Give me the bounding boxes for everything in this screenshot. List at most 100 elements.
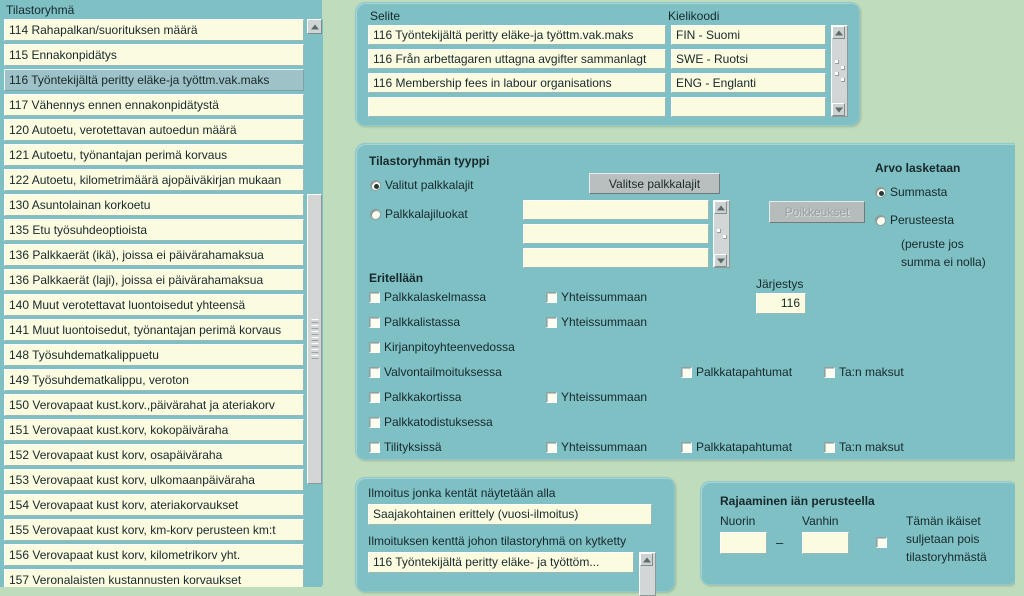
- radio-palkkalajiluokat[interactable]: Palkkalajiluokat: [370, 207, 468, 221]
- breakdown-checkbox[interactable]: Palkkatapahtumat: [681, 365, 792, 379]
- list-item[interactable]: 135 Etu työsuhdeoptioista: [4, 219, 304, 241]
- report-field-scrollbar[interactable]: [639, 552, 656, 596]
- checkbox-box-icon: [681, 442, 692, 453]
- breakdown-checkbox[interactable]: Kirjanpitoyhteenvedossa: [369, 340, 515, 354]
- exclude-age-checkbox[interactable]: [876, 535, 887, 548]
- pay-class-combo-1[interactable]: [523, 200, 709, 220]
- pay-class-scrollbar[interactable]: [713, 200, 730, 268]
- descriptions-scrollbar[interactable]: [831, 25, 848, 117]
- scroll-down-button[interactable]: [714, 254, 727, 267]
- breakdown-checkbox[interactable]: Yhteissummaan: [546, 315, 647, 329]
- scroll-up-button[interactable]: [714, 201, 727, 214]
- list-item[interactable]: 149 Työsuhdematkalippu, veroton: [4, 369, 304, 391]
- scroll-up-button[interactable]: [832, 26, 845, 39]
- scroll-up-button[interactable]: [640, 553, 653, 566]
- radio-summasta[interactable]: Summasta: [875, 185, 947, 199]
- kielikoodi-combo-3[interactable]: ENG - Englanti: [671, 73, 826, 93]
- breakdown-checkbox-label: Palkkatapahtumat: [696, 365, 793, 379]
- pay-class-combo-2[interactable]: [523, 224, 709, 244]
- list-item[interactable]: 130 Asuntolainan korkoetu: [4, 194, 304, 216]
- kielikoodi-combo-2[interactable]: SWE - Ruotsi: [671, 49, 826, 69]
- breakdown-checkbox[interactable]: Ta:n maksut: [824, 365, 904, 379]
- list-item[interactable]: 157 Veronalaisten kustannusten korvaukse…: [4, 569, 304, 587]
- list-item[interactable]: 151 Verovapaat kust.korv, kokopäiväraha: [4, 419, 304, 441]
- checkbox-box-icon: [546, 292, 557, 303]
- value-calc-note-line1: (peruste jos: [901, 237, 964, 251]
- list-item[interactable]: 122 Autoetu, kilometrimäärä ajopäiväkirj…: [4, 169, 304, 191]
- list-item[interactable]: 117 Vähennys ennen ennakonpidätystä: [4, 94, 304, 116]
- list-item[interactable]: 156 Verovapaat kust korv, kilometrikorv …: [4, 544, 304, 566]
- list-item[interactable]: 153 Verovapaat kust korv, ulkomaanpäivär…: [4, 469, 304, 491]
- breakdown-checkbox[interactable]: Palkkakortissa: [369, 390, 461, 404]
- breakdown-checkbox[interactable]: Tilityksissä: [369, 440, 442, 454]
- selite-field-2[interactable]: 116 Från arbettagaren uttagna avgifter s…: [368, 49, 666, 69]
- list-item[interactable]: 121 Autoetu, työnantajan perimä korvaus: [4, 144, 304, 166]
- value-calc-title: Arvo lasketaan: [875, 161, 961, 175]
- chevron-up-icon: [310, 24, 319, 29]
- list-item[interactable]: 115 Ennakonpidätys: [4, 44, 304, 66]
- checkbox-box-icon: [369, 367, 380, 378]
- radio-dot-icon: [875, 214, 886, 226]
- radio-perusteesta[interactable]: Perusteesta: [875, 213, 954, 227]
- breakdown-checkbox[interactable]: Valvontailmoituksessa: [369, 365, 502, 379]
- selite-field-3[interactable]: 116 Membership fees in labour organisati…: [368, 73, 666, 93]
- radio-label: Summasta: [890, 185, 948, 199]
- breakdown-checkbox[interactable]: Palkkalistassa: [369, 315, 460, 329]
- exceptions-button[interactable]: Poikkeukset: [769, 201, 865, 223]
- list-item[interactable]: 114 Rahapalkan/suorituksen määrä: [4, 19, 304, 41]
- scroll-down-button[interactable]: [832, 103, 845, 116]
- breakdown-checkbox[interactable]: Yhteissummaan: [546, 390, 647, 404]
- list-item[interactable]: 152 Verovapaat kust korv, osapäiväraha: [4, 444, 304, 466]
- breakdown-checkbox[interactable]: Palkkatapahtumat: [681, 440, 792, 454]
- radio-label: Palkkalajiluokat: [385, 207, 468, 221]
- breakdown-checkbox[interactable]: Palkkatodistuksessa: [369, 415, 493, 429]
- report-panel: Ilmoitus jonka kentät näytetään alla Saa…: [355, 477, 675, 596]
- scroll-up-button[interactable]: [307, 19, 322, 34]
- grip-icon: [834, 58, 845, 84]
- checkbox-box-icon: [824, 367, 835, 378]
- youngest-label: Nuorin: [720, 514, 756, 528]
- radio-dot-icon: [875, 186, 886, 198]
- checkbox-box-icon: [369, 392, 380, 403]
- breakdown-checkbox[interactable]: Yhteissummaan: [546, 440, 647, 454]
- list-item[interactable]: 140 Muut verotettavat luontoisedut yhtee…: [4, 294, 304, 316]
- breakdown-checkbox[interactable]: Palkkalaskelmassa: [369, 290, 486, 304]
- list-item[interactable]: 141 Muut luontoisedut, työnantajan perim…: [4, 319, 304, 341]
- radio-dot-icon: [370, 208, 381, 220]
- statistics-group-list-scrollbar[interactable]: [306, 19, 323, 585]
- breakdown-checkbox[interactable]: Yhteissummaan: [546, 290, 647, 304]
- checkbox-box-icon: [369, 417, 380, 428]
- oldest-label: Vanhin: [802, 514, 839, 528]
- breakdown-checkbox-label: Palkkakortissa: [384, 390, 462, 404]
- list-item[interactable]: 148 Työsuhdematkalippuetu: [4, 344, 304, 366]
- kielikoodi-combo-4[interactable]: [671, 97, 826, 117]
- checkbox-box-icon: [876, 537, 887, 548]
- report-field-combo[interactable]: 116 Työntekijältä peritty eläke- ja työt…: [368, 552, 634, 573]
- list-item[interactable]: 120 Autoetu, verotettavan autoedun määrä: [4, 119, 304, 141]
- scrollbar-thumb[interactable]: [307, 194, 322, 484]
- report-combo[interactable]: Saajakohtainen erittely (vuosi-ilmoitus): [368, 504, 652, 525]
- radio-valitut-palkkalajit[interactable]: Valitut palkkalajit: [370, 178, 474, 192]
- list-item[interactable]: 136 Palkkaerät (ikä), joissa ei päivärah…: [4, 244, 304, 266]
- breakdown-checkbox-label: Kirjanpitoyhteenvedossa: [384, 340, 515, 354]
- descriptions-panel: Selite Kielikoodi 116 Työntekijältä peri…: [355, 2, 860, 126]
- selite-field-1[interactable]: 116 Työntekijältä peritty eläke-ja tyött…: [368, 25, 666, 45]
- youngest-field[interactable]: [720, 532, 767, 554]
- report-field-label: Ilmoituksen kenttä johon tilastoryhmä on…: [368, 534, 627, 548]
- checkbox-box-icon: [546, 392, 557, 403]
- pay-class-combo-3[interactable]: [523, 248, 709, 268]
- breakdown-checkbox[interactable]: Ta:n maksut: [824, 440, 904, 454]
- list-item[interactable]: 155 Verovapaat kust korv, km-korv perust…: [4, 519, 304, 541]
- order-field[interactable]: 116: [756, 293, 806, 314]
- select-pay-types-button[interactable]: Valitse palkkalajit: [589, 173, 720, 194]
- checkbox-box-icon: [546, 317, 557, 328]
- kielikoodi-combo-1[interactable]: FIN - Suomi: [671, 25, 826, 45]
- selite-field-4[interactable]: [368, 97, 666, 117]
- list-item[interactable]: 154 Verovapaat kust korv, ateriakorvauks…: [4, 494, 304, 516]
- breakdown-checkbox-label: Yhteissummaan: [561, 390, 648, 404]
- list-item[interactable]: 150 Verovapaat kust.korv.,päivärahat ja …: [4, 394, 304, 416]
- oldest-field[interactable]: [802, 532, 849, 554]
- list-item[interactable]: 136 Palkkaerät (laji), joissa ei päivära…: [4, 269, 304, 291]
- statistics-group-listbox[interactable]: 114 Rahapalkan/suorituksen määrä 115 Enna…: [4, 19, 304, 587]
- list-item[interactable]: 116 Työntekijältä peritty eläke-ja tyött…: [4, 69, 304, 91]
